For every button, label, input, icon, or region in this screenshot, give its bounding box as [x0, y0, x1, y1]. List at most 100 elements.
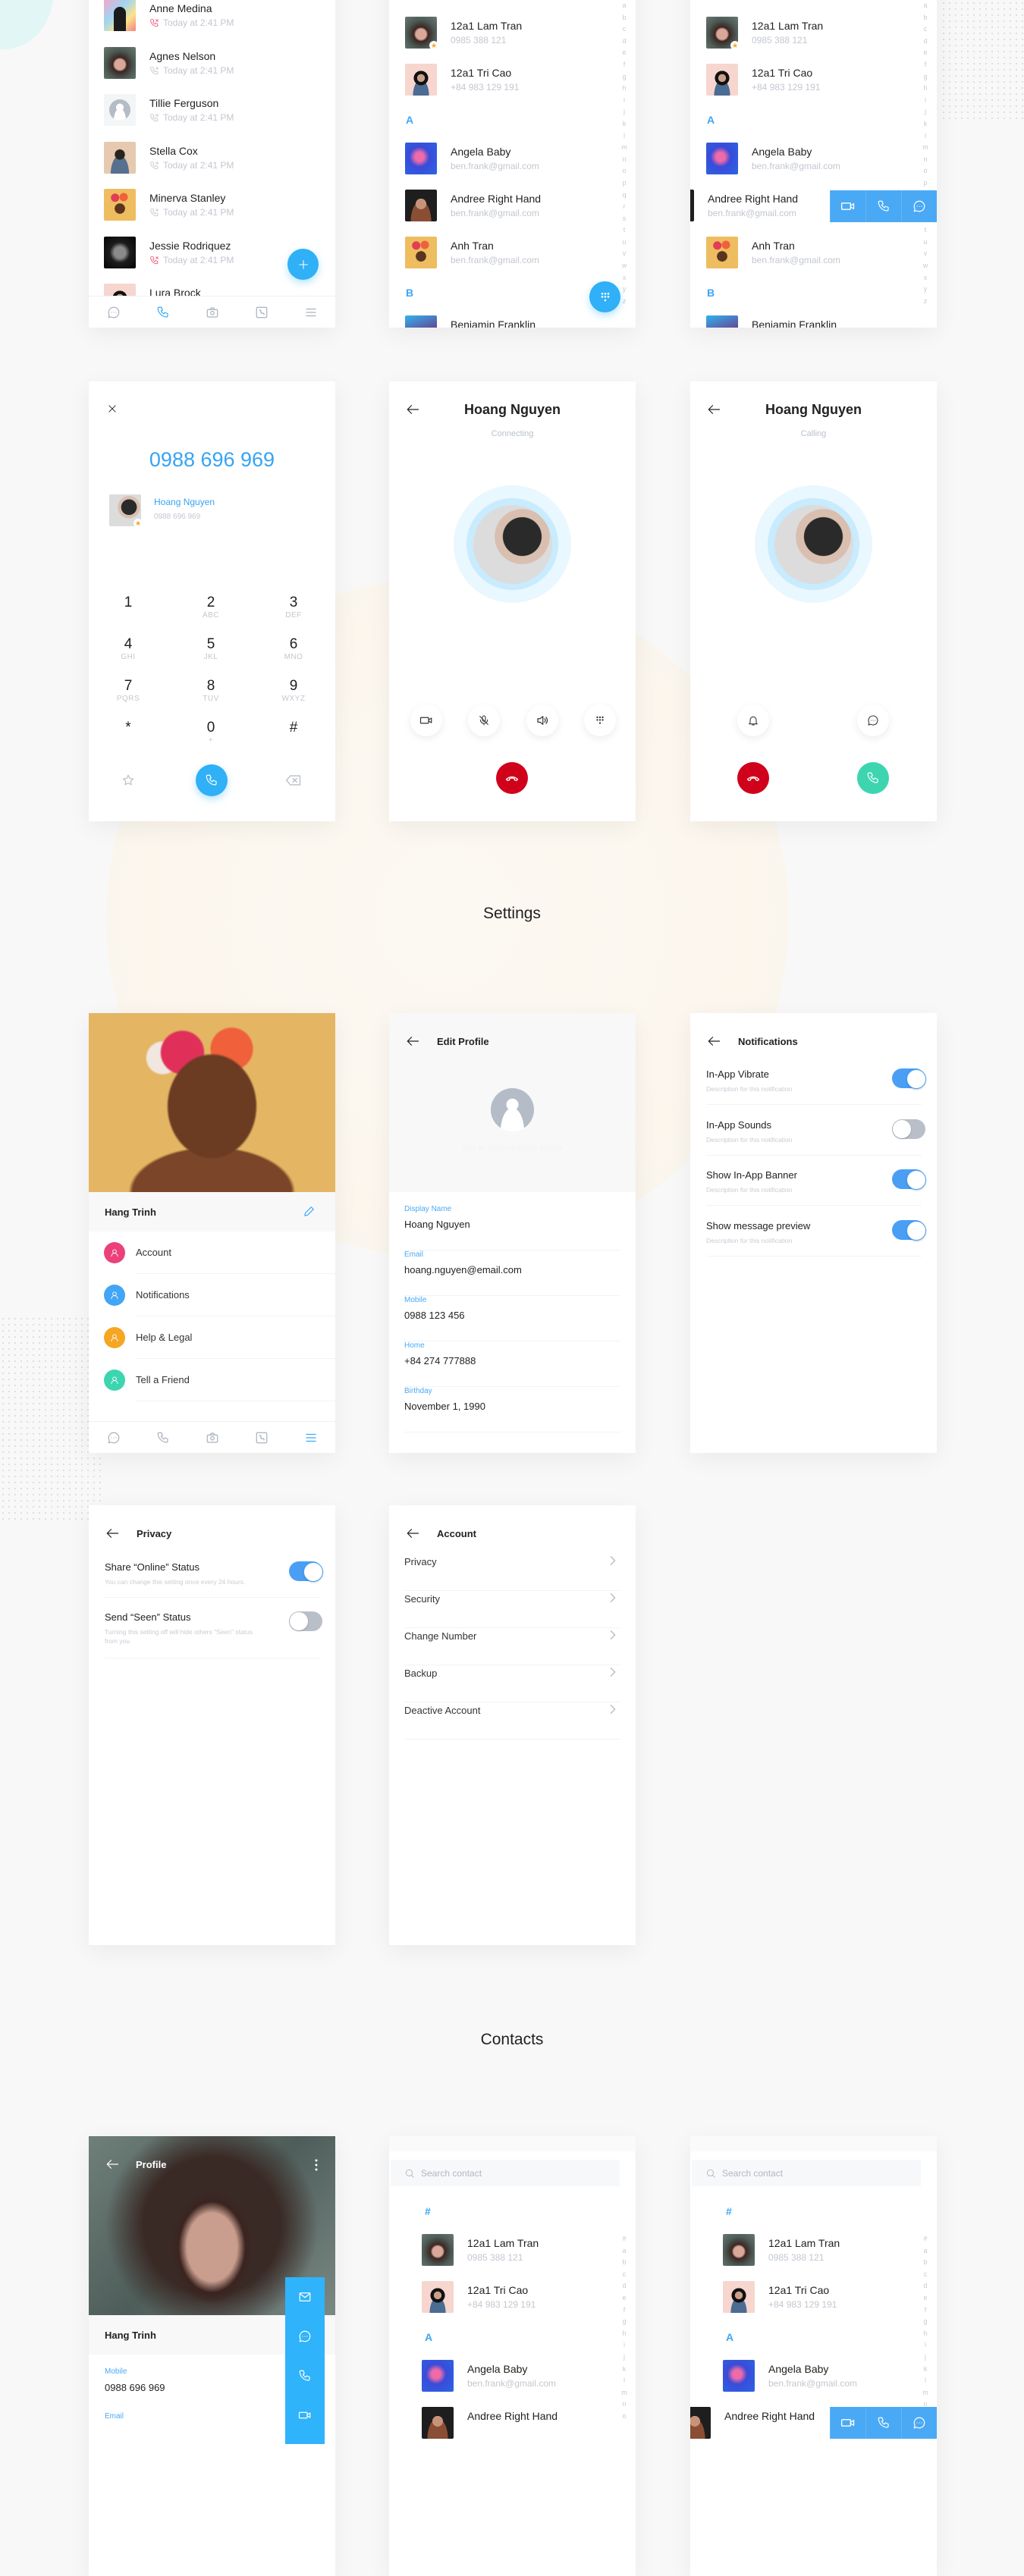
- settings-menu-item[interactable]: Help & Legal: [89, 1316, 335, 1359]
- alphabet-letter[interactable]: p: [620, 177, 629, 190]
- alphabet-letter[interactable]: #: [921, 2233, 930, 2245]
- contact-row[interactable]: Angela Baby ben.frank@gmail.com: [690, 143, 937, 190]
- contact-row[interactable]: 12a1 Tri Cao +84 983 129 191: [389, 64, 636, 111]
- alphabet-letter[interactable]: b: [921, 12, 930, 24]
- alphabet-letter[interactable]: c: [921, 24, 930, 36]
- contact-row[interactable]: Anh Tran ben.frank@gmail.com: [389, 237, 636, 284]
- nav-calls[interactable]: [156, 1431, 170, 1445]
- alphabet-letter[interactable]: k: [620, 118, 629, 130]
- alphabet-letter[interactable]: v: [921, 248, 930, 260]
- back-button[interactable]: [707, 1035, 721, 1047]
- alphabet-letter[interactable]: u: [620, 237, 629, 249]
- add-call-button[interactable]: [287, 249, 319, 280]
- alphabet-letter[interactable]: s: [620, 213, 629, 225]
- message-action[interactable]: [901, 2407, 937, 2439]
- dialpad-button[interactable]: [589, 281, 620, 312]
- alphabet-letter[interactable]: a: [620, 2245, 629, 2258]
- dial-key[interactable]: 3 DEF: [271, 595, 316, 620]
- edit-button[interactable]: [303, 1205, 316, 1218]
- dial-key[interactable]: 9 WXYZ: [271, 679, 316, 704]
- profile-field[interactable]: Mobile 0988 123 456: [404, 1296, 620, 1341]
- contact-row[interactable]: Angela Baby ben.frank@gmail.com: [389, 143, 636, 190]
- alphabet-letter[interactable]: d: [921, 2280, 930, 2292]
- contact-row[interactable]: A: [389, 111, 636, 143]
- dial-key[interactable]: *: [105, 720, 151, 736]
- nav-menu[interactable]: [304, 306, 318, 319]
- nav-camera[interactable]: [206, 306, 219, 319]
- alphabet-letter[interactable]: f: [620, 2305, 629, 2317]
- alphabet-letter[interactable]: l: [921, 2375, 930, 2387]
- message-action[interactable]: [285, 2317, 325, 2356]
- back-button[interactable]: [105, 2158, 119, 2170]
- profile-field[interactable]: Email hoang.nguyen@email.com: [404, 1250, 620, 1296]
- alphabet-letter[interactable]: g: [921, 2316, 930, 2328]
- more-options-button[interactable]: [312, 2158, 321, 2172]
- alphabet-letter[interactable]: j: [620, 2352, 629, 2364]
- profile-field[interactable]: Display Name Hoang Nguyen: [404, 1205, 620, 1250]
- contact-row[interactable]: 12a1 Tri Cao +84 983 129 191: [690, 2281, 937, 2328]
- alphabet-letter[interactable]: i: [921, 2339, 930, 2352]
- back-button[interactable]: [105, 1527, 119, 1539]
- field-value[interactable]: 0988 123 456: [404, 1310, 620, 1321]
- alphabet-letter[interactable]: e: [921, 2292, 930, 2305]
- back-button[interactable]: [406, 1035, 419, 1047]
- video-call-action[interactable]: [830, 2407, 865, 2439]
- nav-chats[interactable]: [107, 1431, 121, 1445]
- dial-key[interactable]: 2 ABC: [188, 595, 234, 620]
- contact-row[interactable]: ★ 12a1 Lam Tran 0985 388 121: [389, 17, 636, 64]
- call-log-item[interactable]: Agnes Nelson Today at 2:41 PM: [89, 46, 335, 94]
- nav-contacts[interactable]: [255, 306, 269, 319]
- call-log-item[interactable]: Stella Cox Today at 2:41 PM: [89, 141, 335, 189]
- mute-button[interactable]: [468, 704, 500, 736]
- alphabet-letter[interactable]: m: [921, 142, 930, 154]
- speaker-button[interactable]: [526, 704, 558, 736]
- favorite-button[interactable]: [112, 764, 144, 796]
- alphabet-letter[interactable]: o: [620, 165, 629, 177]
- alphabet-letter[interactable]: w: [620, 260, 629, 272]
- message-action[interactable]: [901, 190, 937, 222]
- alphabet-letter[interactable]: r: [620, 201, 629, 213]
- contact-row[interactable]: A: [389, 2328, 636, 2360]
- video-call-action[interactable]: [285, 2396, 325, 2435]
- contact-row[interactable]: B: [690, 284, 937, 315]
- contact-row[interactable]: A: [690, 111, 937, 143]
- dial-key[interactable]: 5 JKL: [188, 637, 234, 662]
- dial-key[interactable]: 1: [105, 595, 151, 611]
- call-action[interactable]: [865, 2407, 901, 2439]
- alphabet-letter[interactable]: b: [620, 2257, 629, 2269]
- alphabet-letter[interactable]: a: [921, 0, 930, 12]
- alphabet-letter[interactable]: h: [620, 2328, 629, 2340]
- account-menu-item[interactable]: Backup: [404, 1665, 620, 1702]
- alphabet-letter[interactable]: b: [921, 2257, 930, 2269]
- alphabet-letter[interactable]: k: [620, 2364, 629, 2376]
- alphabet-letter[interactable]: d: [620, 36, 629, 48]
- contact-row[interactable]: Andree Right Hand: [389, 2407, 636, 2454]
- alphabet-letter[interactable]: i: [620, 2339, 629, 2352]
- alphabet-letter[interactable]: j: [921, 2352, 930, 2364]
- setting-toggle[interactable]: [892, 1119, 925, 1139]
- alphabet-letter[interactable]: n: [620, 2399, 629, 2411]
- alphabet-index[interactable]: #abcdefghijklmno: [921, 2233, 930, 2423]
- search-input[interactable]: Search contact: [391, 2160, 620, 2186]
- nav-contacts[interactable]: [255, 1431, 269, 1445]
- contact-row[interactable]: Andree Right Hand ben.frank@gmail.com: [389, 190, 636, 237]
- close-button[interactable]: [107, 403, 118, 414]
- alphabet-index[interactable]: abcdefghijklmnopqrstuvwxyz: [921, 0, 930, 307]
- alphabet-letter[interactable]: g: [620, 2316, 629, 2328]
- contact-row[interactable]: Anh Tran ben.frank@gmail.com: [690, 237, 937, 284]
- profile-photo-placeholder[interactable]: [491, 1088, 534, 1131]
- contact-row[interactable]: Angela Baby ben.frank@gmail.com: [389, 2360, 636, 2407]
- alphabet-letter[interactable]: b: [620, 12, 629, 24]
- alphabet-letter[interactable]: d: [921, 36, 930, 48]
- field-value[interactable]: hoang.nguyen@email.com: [404, 1264, 620, 1275]
- alphabet-letter[interactable]: f: [921, 59, 930, 71]
- contact-row[interactable]: 12a1 Tri Cao +84 983 129 191: [389, 2281, 636, 2328]
- contact-row[interactable]: 12a1 Tri Cao +84 983 129 191: [690, 64, 937, 111]
- alphabet-letter[interactable]: i: [620, 95, 629, 107]
- contact-row[interactable]: #: [389, 2202, 636, 2234]
- alphabet-letter[interactable]: k: [921, 118, 930, 130]
- alphabet-letter[interactable]: k: [921, 2364, 930, 2376]
- dial-key[interactable]: 8 TUV: [188, 679, 234, 704]
- alphabet-letter[interactable]: u: [921, 237, 930, 249]
- setting-toggle[interactable]: [892, 1169, 926, 1191]
